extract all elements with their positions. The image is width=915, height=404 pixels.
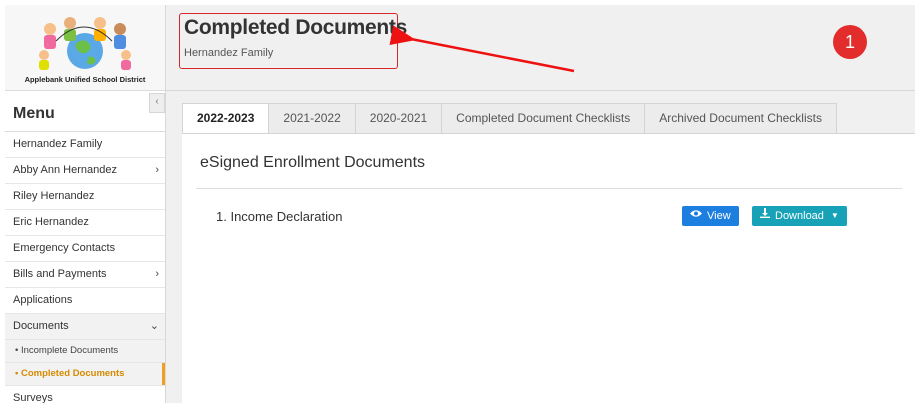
download-button-label: Download bbox=[775, 210, 824, 222]
tab-completed-document-checklists[interactable]: Completed Document Checklists bbox=[441, 103, 646, 133]
menu-title: Menu bbox=[13, 105, 55, 122]
download-dropdown-button[interactable]: Download ▼ bbox=[752, 206, 847, 226]
sidebar-item-label: Emergency Contacts bbox=[13, 242, 116, 254]
school-name: Applebank Unified School District bbox=[24, 75, 146, 84]
step-number-badge: 1 bbox=[833, 25, 867, 59]
view-button[interactable]: View bbox=[682, 206, 739, 226]
sidebar-item-eric-hernandez[interactable]: Eric Hernandez bbox=[5, 210, 165, 236]
sidebar-item-label: Applications bbox=[13, 294, 73, 306]
sidebar-item-emergency-contacts[interactable]: Emergency Contacts bbox=[5, 236, 165, 262]
caret-down-icon: ▼ bbox=[830, 211, 839, 220]
sidebar-item-label: Surveys bbox=[13, 392, 53, 403]
page-header: Completed Documents Hernandez Family 1 bbox=[166, 5, 915, 91]
year-tabs: 2022-2023 2021-2022 2020-2021 Completed … bbox=[182, 103, 837, 133]
annotation-arrow-icon bbox=[389, 25, 575, 73]
chevron-left-icon: ‹ bbox=[155, 96, 159, 107]
tab-2020-2021[interactable]: 2020-2021 bbox=[354, 103, 443, 133]
sidebar-item-surveys[interactable]: Surveys bbox=[5, 386, 165, 403]
collapse-sidebar-button[interactable]: ‹ bbox=[149, 93, 165, 113]
sidebar-item-abby-ann-hernandez[interactable]: Abby Ann Hernandez › bbox=[5, 158, 165, 184]
sidebar-nav: Hernandez Family Abby Ann Hernandez › Ri… bbox=[5, 132, 165, 403]
sidebar-item-bills-and-payments[interactable]: Bills and Payments › bbox=[5, 262, 165, 288]
tab-2021-2022[interactable]: 2021-2022 bbox=[268, 103, 356, 133]
chevron-right-icon: › bbox=[155, 164, 159, 176]
logo-children-globe-icon bbox=[39, 17, 131, 70]
sidebar-item-label: Documents bbox=[13, 320, 69, 332]
tab-2022-2023[interactable]: 2022-2023 bbox=[182, 103, 270, 133]
sidebar-item-applications[interactable]: Applications bbox=[5, 288, 165, 314]
sidebar-subitem-label: • Incomplete Documents bbox=[15, 345, 119, 356]
divider bbox=[196, 188, 902, 189]
sidebar-item-documents[interactable]: Documents ⌄ bbox=[5, 314, 165, 340]
sidebar-item-label: Bills and Payments bbox=[13, 268, 107, 280]
section-title: eSigned Enrollment Documents bbox=[200, 154, 426, 171]
sidebar-item-hernandez-family[interactable]: Hernandez Family bbox=[5, 132, 165, 158]
sidebar-item-label: Hernandez Family bbox=[13, 138, 103, 150]
chevron-right-icon: › bbox=[155, 268, 159, 280]
sidebar: Applebank Unified School District Menu ‹… bbox=[5, 5, 166, 403]
eye-icon bbox=[690, 206, 702, 226]
menu-header: Menu ‹ bbox=[5, 91, 165, 132]
sidebar-item-label: Abby Ann Hernandez bbox=[13, 164, 117, 176]
sidebar-item-label: Riley Hernandez bbox=[13, 190, 95, 202]
tab-archived-document-checklists[interactable]: Archived Document Checklists bbox=[644, 103, 837, 133]
sidebar-subitem-label: • Completed Documents bbox=[15, 368, 125, 379]
tab-panel: eSigned Enrollment Documents 1. Income D… bbox=[182, 133, 915, 404]
chevron-down-icon: ⌄ bbox=[149, 320, 159, 332]
document-label: 1. Income Declaration bbox=[216, 209, 343, 224]
view-button-label: View bbox=[707, 210, 731, 222]
sidebar-item-label: Eric Hernandez bbox=[13, 216, 89, 228]
download-icon bbox=[760, 206, 770, 226]
sidebar-subitem-incomplete-documents[interactable]: • Incomplete Documents bbox=[5, 340, 165, 363]
sidebar-item-riley-hernandez[interactable]: Riley Hernandez bbox=[5, 184, 165, 210]
sidebar-subitem-completed-documents[interactable]: • Completed Documents bbox=[5, 363, 165, 386]
main-content: 2022-2023 2021-2022 2020-2021 Completed … bbox=[166, 91, 915, 404]
school-logo[interactable]: Applebank Unified School District bbox=[5, 5, 165, 91]
